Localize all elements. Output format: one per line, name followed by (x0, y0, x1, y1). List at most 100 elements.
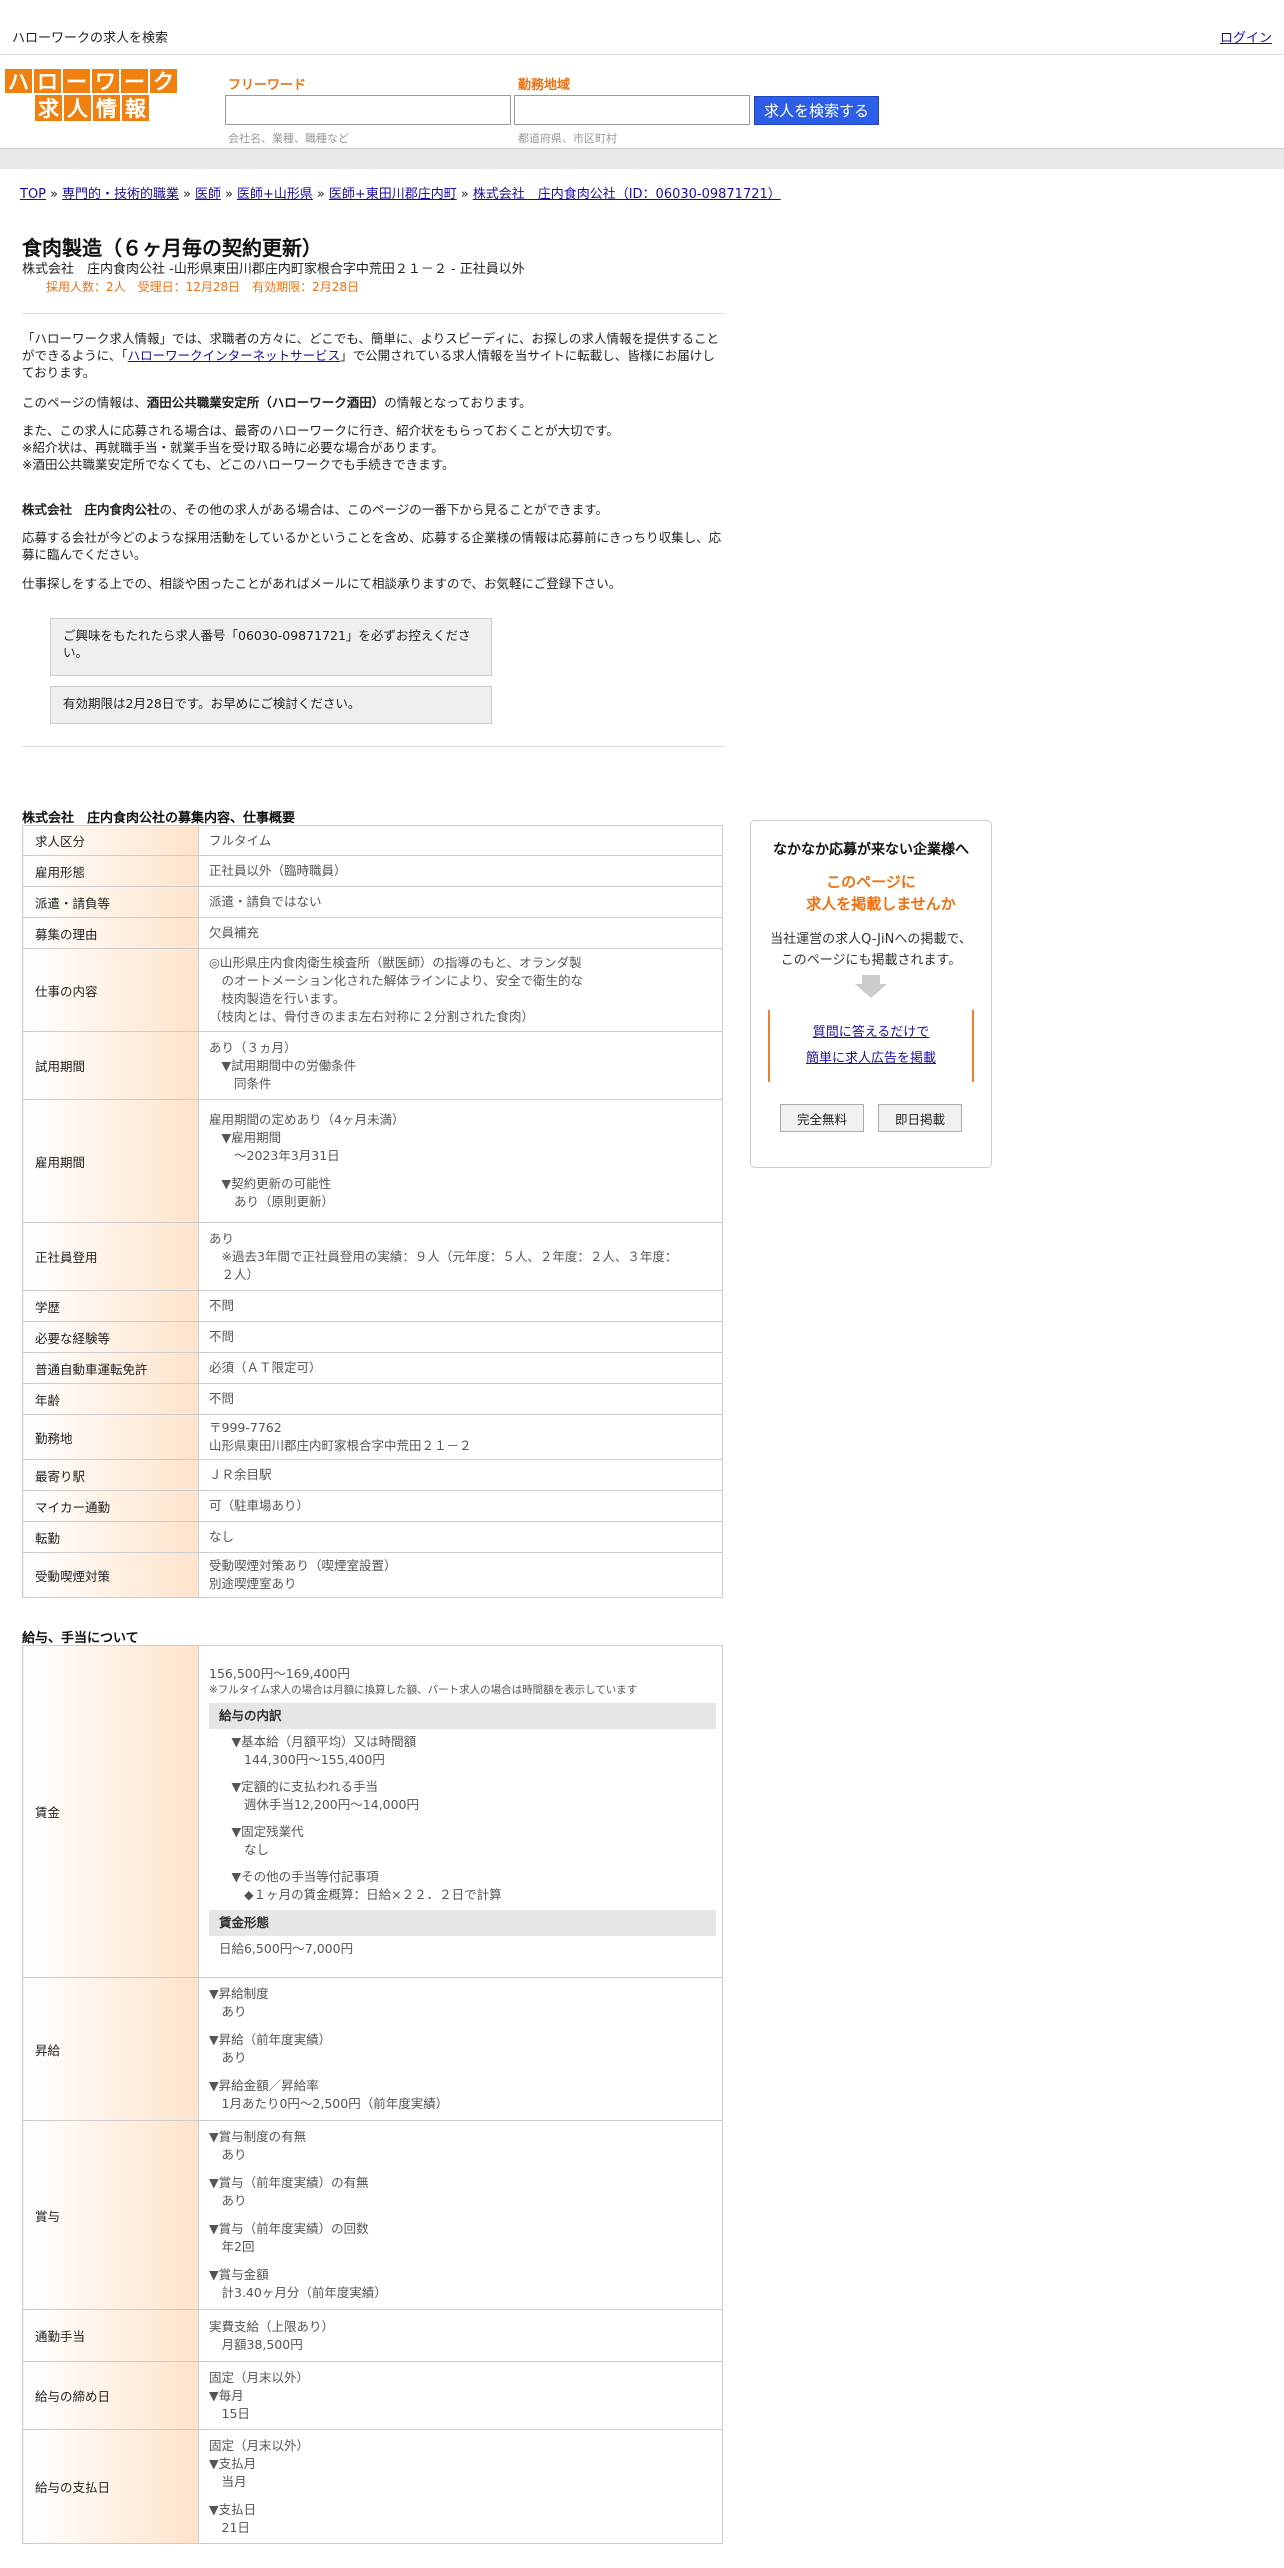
site-title: ハローワークの求人を検索 (12, 31, 169, 46)
intro-paragraph-5: 応募する会社が今どのような採用活動をしているかということを含め、応募する企業様の… (22, 530, 722, 562)
value-line: ▼昇給（前年度実績） (209, 2032, 332, 2047)
advertise-link-questions[interactable]: 質問に答えるだけで (813, 1025, 930, 1040)
logo-char: 報 (121, 94, 150, 122)
value-line: 計3.40ヶ月分（前年度実績） (209, 2285, 387, 2300)
value-line: 受動喫煙対策あり（喫煙室設置） (209, 1558, 397, 1573)
row-value: ▼昇給制度 あり ▼昇給（前年度実績） あり ▼昇給金額／昇給率 1月あたり0円〜2… (198, 1977, 723, 2121)
value-line: あり (209, 2050, 247, 2065)
table-row: 試用期間 あり（３ヵ月） ▼試用期間中の労働条件 同条件 (22, 1031, 723, 1100)
row-label: 正社員登用 (22, 1222, 199, 1291)
row-label: 転勤 (22, 1521, 199, 1553)
advertise-heading: なかなか応募が来ない企業様へ (773, 842, 969, 858)
value-line: 月額38,500円 (209, 2336, 303, 2352)
wage-cell: 156,500円〜169,400円 ※フルタイム求人の場合は月額に換算した額、パ… (198, 1645, 723, 1978)
breakdown-line: ◆１ヶ月の賃金概算：日給×２２．２日で計算 (219, 1887, 502, 1902)
value-line: ▼昇給金額／昇給率 (209, 2078, 319, 2093)
breadcrumb-top[interactable]: TOP (20, 187, 46, 202)
logo-row-1: ハローワーク (4, 68, 180, 94)
breadcrumb-company[interactable]: 株式会社 庄内食肉公社（ID：06030-09871721） (473, 187, 781, 202)
breadcrumb-prefecture[interactable]: 医師+山形県 (237, 187, 313, 202)
search-button[interactable]: 求人を検索する (754, 96, 879, 125)
hellowork-internet-link[interactable]: ハローワークインターネットサービス (128, 348, 341, 363)
table-row: 勤務地 〒999-7762 山形県東田川郡庄内町家根合字中荒田２１－２ (22, 1414, 723, 1460)
breadcrumb-occupation[interactable]: 医師 (195, 187, 221, 202)
value-line: ▼賞与制度の有無 (209, 2129, 307, 2144)
value-line: ▼契約更新の可能性 (209, 1176, 332, 1191)
advertise-link-post[interactable]: 簡単に求人広告を掲載 (806, 1051, 936, 1066)
row-label: 募集の理由 (22, 917, 199, 949)
row-label: 最寄り駅 (22, 1459, 199, 1491)
top-bar: ハローワークの求人を検索 ログイン (0, 0, 1284, 55)
same-day-button[interactable]: 即日掲載 (878, 1104, 962, 1132)
value-line (209, 2021, 712, 2031)
row-label: 普通自動車運転免許 (22, 1352, 199, 1384)
value-line (209, 2256, 712, 2266)
breadcrumb-town[interactable]: 医師+東田川郡庄内町 (329, 187, 457, 202)
value-line: ▼昇給制度 (209, 1986, 269, 2001)
row-label: 通勤手当 (22, 2309, 199, 2362)
breadcrumb-category[interactable]: 専門的・技術的職業 (62, 187, 179, 202)
notice-expiry: 有効期限は2月28日です。お早めにご検討ください。 (50, 686, 492, 724)
row-label: 勤務地 (22, 1414, 199, 1460)
table-row: 必要な経験等 不問 (22, 1321, 723, 1353)
area-input[interactable] (514, 95, 750, 125)
row-value: ＪＲ余目駅 (198, 1459, 723, 1491)
wage-breakdown: ▼基本給（月額平均）又は時間額 144,300円〜155,400円 ▼定額的に支… (209, 1733, 716, 1904)
row-label: 賞与 (22, 2120, 199, 2310)
job-meta: 採用人数：2人 受理日：12月28日 有効期限：2月28日 (46, 280, 360, 294)
breakdown-line (219, 1769, 716, 1778)
row-value: 不問 (198, 1383, 723, 1415)
logo-char: ロ (33, 68, 62, 94)
value-line: あり（原則更新） (209, 1194, 335, 1209)
summary-section-title: 株式会社 庄内食肉公社の募集内容、仕事概要 (22, 811, 296, 826)
job-subtitle: 株式会社 庄内食肉公社 -山形県東田川郡庄内町家根合字中荒田２１－２ - 正社員… (22, 262, 525, 277)
row-label: 受動喫煙対策 (22, 1552, 199, 1598)
row-label: 賃金 (22, 1645, 199, 1978)
wage-range: 156,500円〜169,400円 (209, 1666, 350, 1681)
value-line: 実費支給（上限あり） (209, 2318, 335, 2334)
summary-table: 求人区分 フルタイム 雇用形態 正社員以外（臨時職員） 派遣・請負等 派遣・請負ではない募… (22, 825, 723, 1598)
table-row: 雇用期間 雇用期間の定めあり（4ヶ月未満） ▼雇用期間 〜2023年3月31日 ▼… (22, 1099, 723, 1223)
keyword-input[interactable] (225, 95, 511, 125)
down-arrow-icon (855, 984, 887, 998)
wage-form-heading: 賃金形態 (209, 1910, 716, 1936)
row-value: ◎山形県庄内食肉衛生検査所（獣医師）の指導のもと、オランダ製 のオートメーション… (198, 948, 723, 1032)
row-value: 受動喫煙対策あり（喫煙室設置） 別途喫煙室あり (198, 1552, 723, 1598)
value-line: 別途喫煙室あり (209, 1576, 297, 1591)
table-row: 雇用形態 正社員以外（臨時職員） (22, 855, 723, 887)
row-label: 学歴 (22, 1290, 199, 1322)
value-line: あり (209, 1230, 235, 1246)
area-label: 勤務地域 (518, 78, 571, 93)
divider (22, 746, 725, 747)
value-line: あり (209, 2193, 247, 2208)
row-label: 雇用期間 (22, 1099, 199, 1223)
advertise-panel: なかなか応募が来ない企業様へ このページに 求人を掲載しませんか 当社運営の求人Q… (750, 820, 992, 1168)
value-line: 同条件 (209, 1075, 272, 1091)
intro-paragraph-3: また、この求人に応募される場合は、最寄のハローワークに行き、紹介状をもらっておく… (22, 423, 619, 472)
row-label: マイカー通勤 (22, 1490, 199, 1522)
row-value: 正社員以外（臨時職員） (198, 855, 723, 887)
breakdown-line (219, 1859, 716, 1868)
table-row: 転勤 なし (22, 1521, 723, 1553)
row-value: 〒999-7762 山形県東田川郡庄内町家根合字中荒田２１－２ (198, 1414, 723, 1460)
down-arrow-icon (862, 975, 880, 984)
value-line: 当月 (209, 2473, 247, 2489)
logo-char: ワ (91, 68, 120, 94)
row-value: あり（３ヵ月） ▼試用期間中の労働条件 同条件 (198, 1031, 723, 1100)
row-value: 欠員補充 (198, 917, 723, 949)
breakdown-line: 週休手当12,200円〜14,000円 (219, 1797, 419, 1812)
hellowork-logo[interactable]: ハローワーク 求人情報 (4, 68, 180, 124)
table-row: 求人区分 フルタイム (22, 825, 723, 856)
value-line: ※過去3年間で正社員登用の実績：９人（元年度：５人、２年度：２人、３年度： (209, 1248, 678, 1264)
value-line: 固定（月末以外） (209, 2437, 310, 2453)
table-row: 通勤手当 実費支給（上限あり） 月額38,500円 (22, 2309, 723, 2362)
value-line: あり (209, 2147, 247, 2162)
table-row: 給与の支払日 固定（月末以外） ▼支払月 当月 ▼支払日 21日 (22, 2429, 723, 2544)
free-button[interactable]: 完全無料 (780, 1104, 864, 1132)
keyword-label: フリーワード (228, 78, 307, 93)
logo-char: 人 (63, 94, 92, 122)
row-value: 派遣・請負ではない (198, 886, 723, 918)
row-value: 固定（月末以外） ▼支払月 当月 ▼支払日 21日 (198, 2429, 723, 2544)
logo-row-2: 求人情報 (34, 94, 180, 122)
login-link[interactable]: ログイン (1220, 27, 1272, 46)
